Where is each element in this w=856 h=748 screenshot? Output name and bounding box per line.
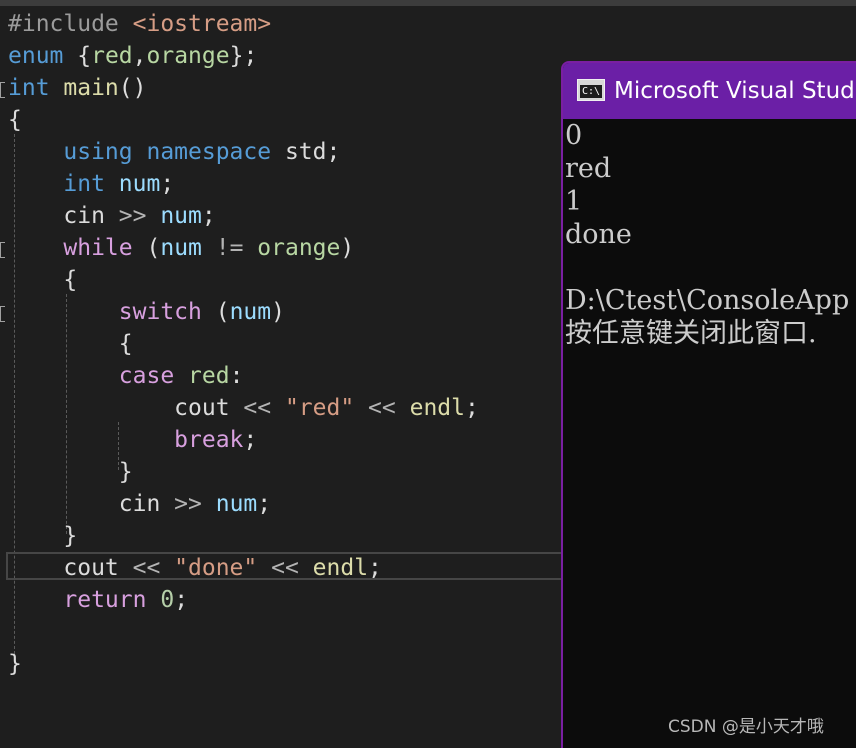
code-token: endl — [409, 395, 465, 421]
code-token: { — [77, 43, 92, 69]
code-token: >> — [118, 203, 161, 229]
code-token: ) — [340, 235, 355, 261]
code-token: ; — [257, 491, 272, 517]
code-token: break — [8, 427, 244, 453]
code-token: #include — [8, 11, 133, 37]
code-token: , — [132, 43, 147, 69]
code-token: red — [188, 363, 230, 389]
console-output[interactable]: 0 red 1 done D:\Ctest\ConsoleApp 按任意键关闭此窗口. — [565, 119, 856, 748]
code-token: cin — [8, 491, 175, 517]
code-line[interactable]: { — [8, 328, 133, 360]
code-line[interactable]: #include <iostream> — [8, 8, 271, 40]
fold-marker-switch[interactable] — [0, 306, 5, 322]
watermark: CSDN @是小天才哦 — [668, 717, 824, 737]
code-token: case — [8, 363, 189, 389]
code-token: } — [8, 651, 22, 677]
code-token: orange — [257, 235, 341, 261]
code-token: ; — [464, 395, 479, 421]
code-token: cin — [8, 203, 119, 229]
console-line: red — [565, 153, 612, 184]
code-token: int — [8, 75, 64, 101]
code-token: : — [229, 363, 244, 389]
console-line: D:\Ctest\ConsoleApp — [565, 285, 850, 316]
code-token: switch — [8, 299, 216, 325]
screenshot-root: #include <iostream> enum {red,orange}; int… — [0, 0, 856, 748]
console-title: Microsoft Visual Studio — [614, 78, 856, 104]
code-line[interactable]: while (num != orange) — [8, 232, 354, 264]
console-line: done — [565, 219, 632, 250]
code-line[interactable]: cout << "done" << endl; — [8, 552, 382, 584]
code-line[interactable]: int main() — [8, 72, 146, 104]
code-token: endl — [312, 555, 369, 581]
console-window[interactable]: C:\ Microsoft Visual Studio 0 red 1 done D:\… — [561, 61, 856, 748]
code-token: num — [160, 203, 202, 229]
code-token: } — [8, 459, 133, 485]
console-titlebar[interactable]: C:\ Microsoft Visual Studio — [563, 63, 856, 119]
code-token: () — [118, 75, 147, 101]
code-token: using namespace — [8, 139, 285, 165]
code-line[interactable]: cin >> num; — [8, 488, 271, 520]
code-token: << — [271, 555, 313, 581]
code-line[interactable]: cout << "red" << endl; — [8, 392, 479, 424]
code-token: != — [215, 235, 258, 261]
code-token: num — [215, 491, 258, 517]
console-line: 0 — [565, 120, 583, 151]
code-line[interactable]: { — [8, 264, 77, 296]
code-token: red — [91, 43, 133, 69]
code-token: int — [8, 171, 119, 197]
console-window-icon: C:\ — [577, 79, 605, 101]
code-line[interactable]: } — [8, 520, 77, 552]
code-line[interactable]: cin >> num; — [8, 200, 216, 232]
console-line: 按任意键关闭此窗口. — [565, 318, 817, 349]
code-token: 0 — [160, 587, 175, 613]
code-token: ; — [201, 203, 216, 229]
code-token: "done" — [174, 555, 272, 581]
code-line[interactable]: enum {red,orange}; — [8, 40, 257, 72]
code-token: << — [368, 395, 410, 421]
fold-marker-main[interactable] — [0, 82, 5, 98]
code-line[interactable]: } — [8, 456, 133, 488]
code-token: }; — [229, 43, 258, 69]
code-token: ; — [174, 587, 189, 613]
code-line[interactable]: switch (num) — [8, 296, 285, 328]
code-line[interactable]: int num; — [8, 168, 174, 200]
code-token: } — [8, 523, 78, 549]
code-line[interactable]: break; — [8, 424, 257, 456]
code-token: return — [8, 587, 161, 613]
code-token: ; — [368, 555, 382, 581]
code-token: orange — [146, 43, 230, 69]
code-token: { — [8, 331, 133, 357]
code-token: { — [8, 107, 22, 133]
code-line[interactable]: using namespace std; — [8, 136, 340, 168]
code-token: ) — [271, 299, 285, 325]
code-line[interactable]: return 0; — [8, 584, 188, 616]
code-token: <iostream> — [132, 11, 272, 37]
code-token: std; — [284, 139, 341, 165]
code-line[interactable]: } — [8, 648, 22, 680]
code-token: main — [63, 75, 119, 101]
code-token: ( — [215, 299, 230, 325]
code-token: << — [243, 395, 285, 421]
code-token: ; — [243, 427, 258, 453]
code-token: while — [8, 235, 147, 261]
code-line[interactable]: { — [8, 104, 22, 136]
console-line: 1 — [565, 186, 583, 217]
code-token: >> — [174, 491, 216, 517]
code-token: cout — [8, 555, 133, 581]
code-token: << — [132, 555, 175, 581]
fold-marker-while[interactable] — [0, 242, 5, 258]
code-token: ( — [146, 235, 161, 261]
code-token: ; — [160, 171, 175, 197]
console-icon-glyph: C:\ — [580, 85, 602, 98]
code-token: enum — [8, 43, 78, 69]
code-token: "red" — [284, 395, 369, 421]
code-token: num — [229, 299, 272, 325]
code-token: { — [8, 267, 78, 293]
code-token: num — [118, 171, 161, 197]
code-token: num — [160, 235, 216, 261]
code-line[interactable]: case red: — [8, 360, 244, 392]
code-token: cout — [8, 395, 244, 421]
